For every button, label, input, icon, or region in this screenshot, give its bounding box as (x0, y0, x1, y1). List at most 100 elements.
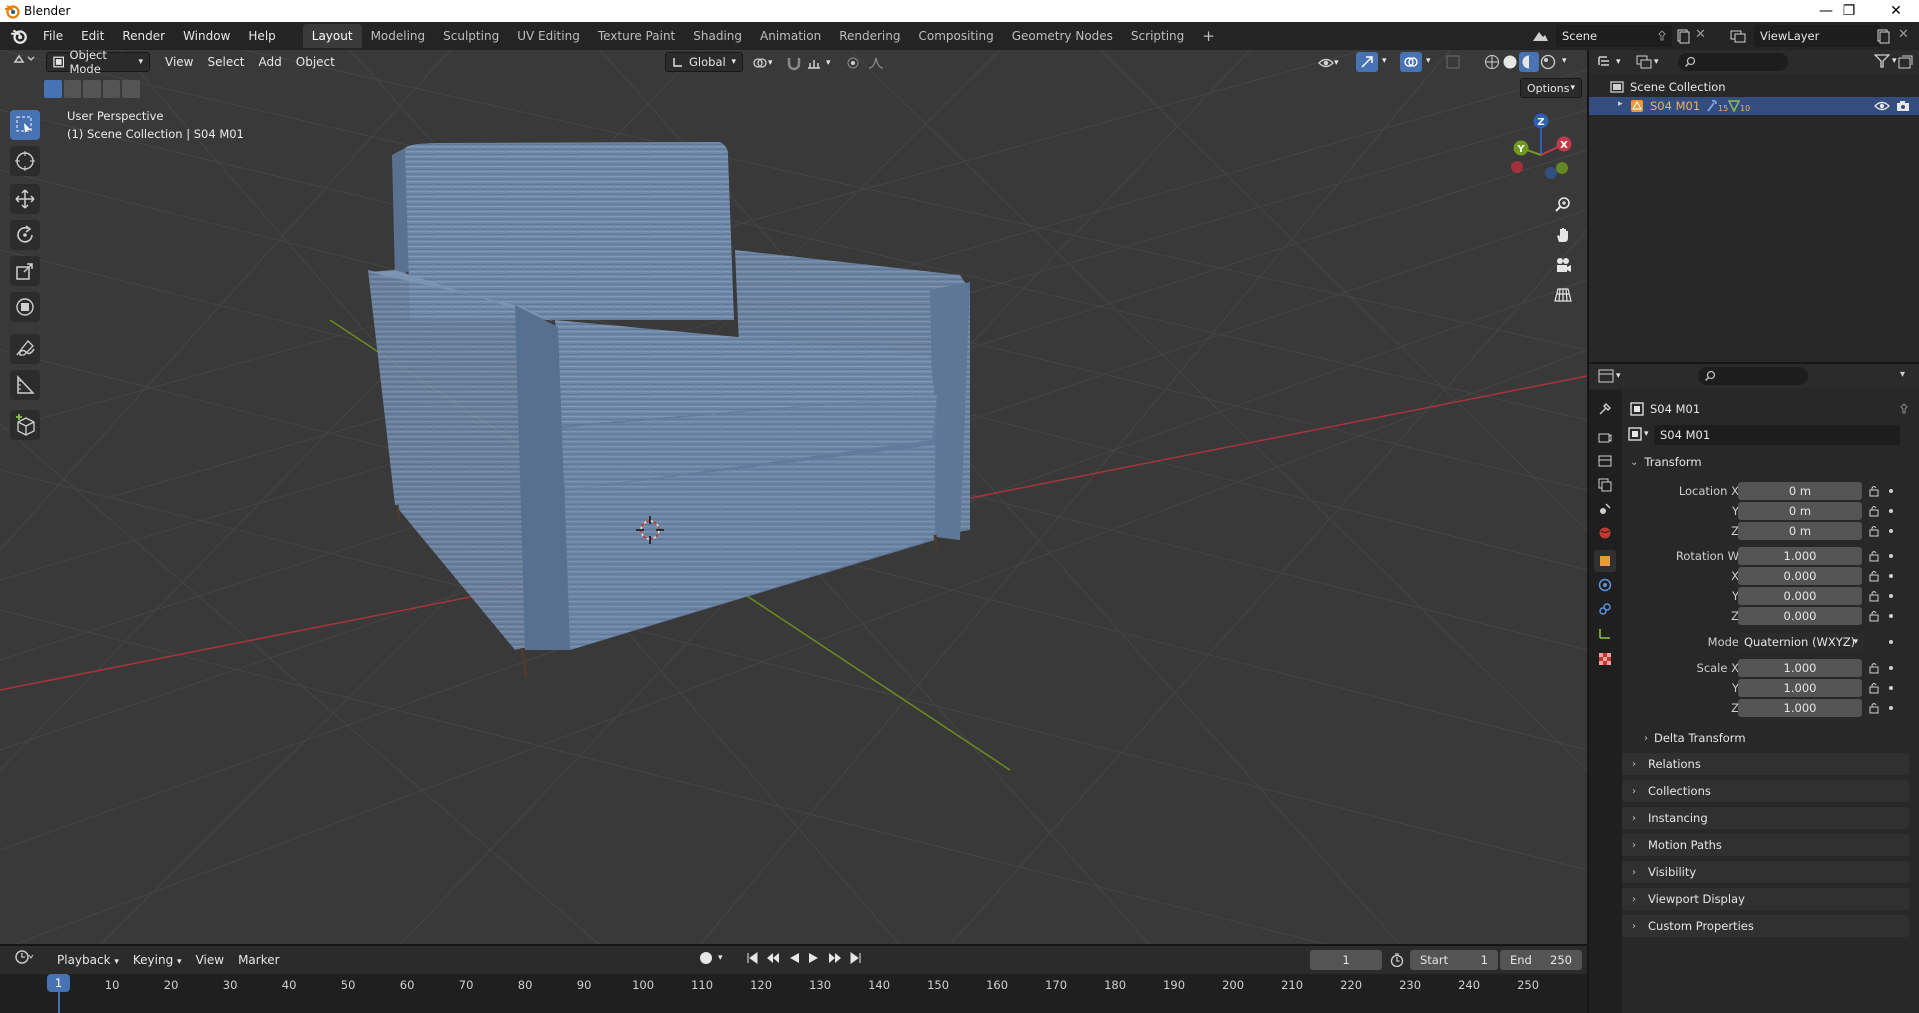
panel-collections[interactable]: › Collections (1622, 780, 1909, 802)
snap-group[interactable]: ▾ (786, 53, 844, 73)
snap-increment-icon[interactable] (806, 55, 822, 71)
xray-icon[interactable] (1446, 55, 1460, 69)
location-y-field[interactable]: 0 m (1738, 502, 1862, 520)
chevron-down-icon[interactable]: ▾ (1562, 56, 1567, 66)
proportional-editing-group[interactable] (846, 53, 892, 73)
lock-icon[interactable] (1868, 550, 1880, 562)
select-intersect-icon[interactable] (122, 80, 140, 98)
scene-name-field[interactable]: Scene (1556, 25, 1672, 47)
keyframe-dot-icon[interactable] (1889, 594, 1893, 598)
zoom-button[interactable] (1550, 192, 1576, 218)
rotation-y-field[interactable]: 0.000 (1738, 587, 1862, 605)
tab-layout[interactable]: Layout (302, 24, 362, 48)
timeline-view-menu[interactable]: View (189, 950, 231, 970)
outliner-search-input[interactable] (1678, 53, 1788, 71)
blender-menu-icon[interactable] (10, 27, 28, 45)
solid-shading-icon[interactable] (1502, 54, 1518, 70)
rotate-tool[interactable] (10, 220, 40, 250)
scale-z-field[interactable]: 1.000 (1738, 699, 1862, 717)
keyframe-dot-icon[interactable] (1889, 529, 1893, 533)
rotation-x-field[interactable]: 0.000 (1738, 567, 1862, 585)
3d-viewport[interactable]: Object Mode ▾ View Select Add Object Glo… (0, 50, 1587, 945)
keyframe-dot-icon[interactable] (1889, 489, 1893, 493)
play-icon[interactable] (808, 952, 820, 964)
menu-file[interactable]: File (34, 22, 72, 50)
menu-render[interactable]: Render (113, 22, 174, 50)
tab-output[interactable] (1594, 450, 1616, 472)
area-divider-vertical[interactable] (1587, 50, 1589, 1013)
falloff-curve-icon[interactable] (868, 56, 884, 70)
tab-texture-paint[interactable]: Texture Paint (589, 24, 684, 48)
timeline-ruler[interactable]: 1 10 20 30 40 50 60 70 80 90 100 110 120 130 140 150 16… (0, 974, 1587, 1013)
gizmo-toggle[interactable] (1356, 52, 1378, 72)
options-dropdown[interactable]: Options ▾ (1520, 78, 1582, 98)
viewlayer-browse-button[interactable] (1722, 25, 1754, 47)
object-name-field[interactable]: S04 M01 (1654, 425, 1900, 445)
menu-window[interactable]: Window (174, 22, 239, 50)
jump-start-icon[interactable] (746, 952, 758, 964)
keyframe-dot-icon[interactable] (1889, 614, 1893, 618)
tab-uv-editing[interactable]: UV Editing (508, 24, 589, 48)
lock-icon[interactable] (1868, 525, 1880, 537)
lock-icon[interactable] (1868, 590, 1880, 602)
tab-shading[interactable]: Shading (684, 24, 751, 48)
maximize-button[interactable]: ❐ (1826, 0, 1872, 22)
object-datablock-browse[interactable]: ▾ (1628, 427, 1649, 441)
menu-help[interactable]: Help (239, 22, 284, 50)
area-divider-outliner[interactable] (1588, 362, 1919, 364)
tab-animation[interactable]: Animation (751, 24, 830, 48)
outliner-editor-type-button[interactable]: ▾ (1598, 55, 1621, 69)
chevron-down-icon[interactable]: ▾ (1426, 56, 1431, 66)
lock-icon[interactable] (1868, 610, 1880, 622)
pin-icon[interactable] (1656, 30, 1668, 42)
keyframe-dot-icon[interactable] (1889, 666, 1893, 670)
timeline-playback-menu[interactable]: Playback ▾ (50, 950, 126, 970)
transform-panel-header[interactable]: ⌄ Transform (1622, 452, 1909, 472)
panel-relations[interactable]: › Relations (1622, 753, 1909, 775)
panel-instancing[interactable]: › Instancing (1622, 807, 1909, 829)
lock-icon[interactable] (1868, 570, 1880, 582)
keyframe-dot-icon[interactable] (1889, 509, 1893, 513)
panel-motion-paths[interactable]: › Motion Paths (1622, 834, 1909, 856)
timeline-keying-menu[interactable]: Keying ▾ (126, 950, 189, 970)
outliner-row-s04-m01[interactable]: ▸ S04 M01 15 10 (1588, 97, 1919, 115)
overlays-toggle[interactable] (1400, 52, 1422, 72)
properties-search-input[interactable] (1698, 367, 1808, 385)
tab-sculpting[interactable]: Sculpting (434, 24, 508, 48)
select-new-icon[interactable] (44, 80, 62, 98)
pin-icon[interactable] (1898, 403, 1910, 415)
tab-modeling[interactable]: Modeling (362, 24, 435, 48)
properties-options-chevron-icon[interactable]: ▾ (1900, 369, 1905, 380)
timeline-marker-menu[interactable]: Marker (231, 950, 286, 970)
rotation-mode-select[interactable]: Quaternion (WXYZ) ▾ (1738, 633, 1864, 651)
render-camera-icon[interactable] (1896, 100, 1910, 112)
tab-render[interactable] (1594, 426, 1616, 448)
menu-add[interactable]: Add (252, 52, 289, 72)
menu-select[interactable]: Select (200, 52, 251, 72)
new-viewlayer-icon[interactable] (1875, 28, 1891, 44)
annotate-tool[interactable] (10, 334, 40, 364)
scene-browse-button[interactable] (1524, 25, 1556, 47)
playhead-frame-badge[interactable]: 1 (47, 974, 70, 992)
play-reverse-icon[interactable] (788, 952, 800, 964)
lock-icon[interactable] (1868, 702, 1880, 714)
magnet-icon[interactable] (786, 55, 802, 71)
keyframe-dot-icon[interactable] (1889, 574, 1893, 578)
timeline-editor-type-button[interactable] (8, 950, 42, 970)
rotation-z-field[interactable]: 0.000 (1738, 607, 1862, 625)
rotation-w-field[interactable]: 1.000 (1738, 547, 1862, 565)
area-divider-timeline[interactable] (0, 944, 1587, 946)
wireframe-shading-icon[interactable] (1484, 54, 1500, 70)
lock-icon[interactable] (1868, 682, 1880, 694)
tab-compositing[interactable]: Compositing (909, 24, 1002, 48)
lock-icon[interactable] (1868, 505, 1880, 517)
panel-viewport-display[interactable]: › Viewport Display (1622, 888, 1909, 910)
panel-custom-properties[interactable]: › Custom Properties (1622, 915, 1909, 937)
properties-editor-type-button[interactable]: ▾ (1598, 369, 1621, 383)
keyframe-dot-icon[interactable] (1889, 554, 1893, 558)
proportional-edit-icon[interactable] (846, 56, 860, 70)
gizmo-neg-z[interactable] (1545, 167, 1557, 179)
add-cube-tool[interactable] (10, 410, 40, 440)
jump-end-icon[interactable] (850, 952, 862, 964)
tab-scripting[interactable]: Scripting (1122, 24, 1193, 48)
